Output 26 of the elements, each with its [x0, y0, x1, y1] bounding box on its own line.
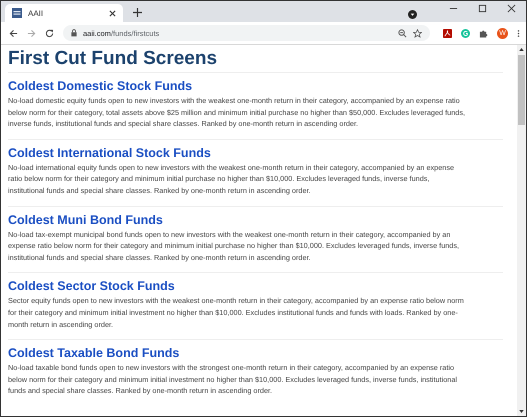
- new-tab-icon[interactable]: [133, 8, 142, 17]
- browser-tab[interactable]: AAII: [5, 4, 123, 22]
- scroll-up-icon[interactable]: [519, 48, 524, 51]
- media-icon[interactable]: [408, 10, 417, 19]
- section-heading-link[interactable]: Coldest Sector Stock Funds: [8, 279, 175, 294]
- maximize-icon[interactable]: [478, 4, 487, 13]
- site-logo-icon: [12, 8, 22, 18]
- close-tab-icon[interactable]: [109, 10, 116, 16]
- star-icon[interactable]: [413, 28, 422, 38]
- pdf-extension-icon[interactable]: [443, 28, 452, 38]
- tab-title: AAII: [28, 8, 44, 18]
- scrollbar-thumb[interactable]: [518, 55, 525, 125]
- lock-icon: [71, 29, 77, 37]
- section-heading-link[interactable]: Coldest International Stock Funds: [8, 146, 211, 161]
- page-title: First Cut Fund Screens: [8, 47, 503, 73]
- section-heading-link[interactable]: Coldest Muni Bond Funds: [8, 212, 163, 228]
- scrollbar[interactable]: [517, 45, 526, 416]
- back-icon[interactable]: [9, 28, 18, 38]
- close-icon[interactable]: [507, 4, 516, 13]
- puzzle-icon[interactable]: [479, 28, 488, 38]
- section-heading-link[interactable]: Coldest Taxable Bond Funds: [8, 346, 180, 362]
- zoom-out-icon[interactable]: [398, 28, 407, 38]
- section-heading-link[interactable]: Coldest Domestic Stock Funds: [8, 79, 192, 94]
- menu-icon[interactable]: [517, 28, 520, 38]
- scroll-down-icon[interactable]: [519, 410, 524, 413]
- reload-icon[interactable]: [45, 28, 54, 38]
